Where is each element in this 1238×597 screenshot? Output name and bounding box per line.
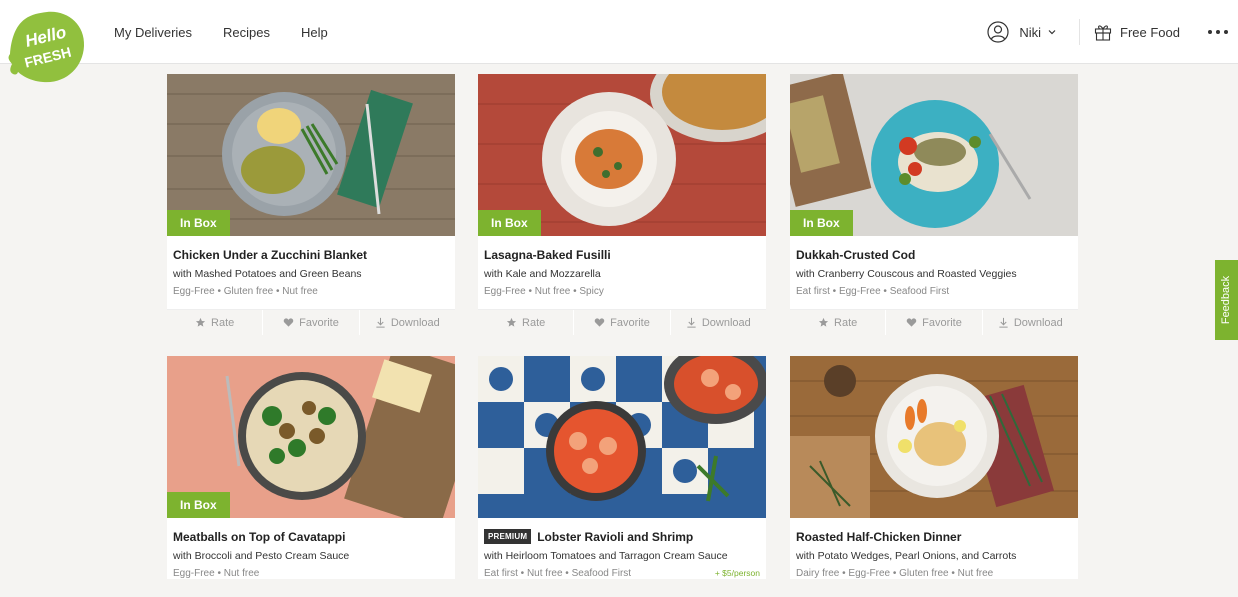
price-surcharge: + $5/person xyxy=(714,568,760,578)
favorite-label: Favorite xyxy=(922,316,962,329)
recipe-tags-text: Eat first • Nut free • Seafood First xyxy=(484,568,632,579)
recipe-title[interactable]: Meatballs on Top of Cavatappi xyxy=(173,528,449,545)
recipe-photo[interactable]: In Box xyxy=(478,74,766,236)
recipe-tags-text: Egg-Free • Nut free xyxy=(173,568,260,579)
header-divider xyxy=(1079,19,1081,45)
heart-icon xyxy=(906,318,917,327)
recipe-actions: Rate Favorite Download xyxy=(790,309,1078,335)
star-icon xyxy=(818,317,829,327)
recipe-photo[interactable] xyxy=(790,356,1078,518)
download-button[interactable]: Download xyxy=(983,310,1078,335)
star-icon xyxy=(506,317,517,327)
rate-label: Rate xyxy=(834,316,858,329)
download-button[interactable]: Download xyxy=(360,310,455,335)
free-food-link[interactable]: Free Food xyxy=(1093,22,1180,42)
recipe-tags-text: Egg-Free • Nut free • Spicy xyxy=(484,286,604,297)
recipe-tags-text: Dairy free • Egg-Free • Gluten free • Nu… xyxy=(796,568,994,579)
nav-help[interactable]: Help xyxy=(301,25,328,40)
feedback-label: Feedback xyxy=(1220,275,1233,325)
heart-icon xyxy=(283,318,294,327)
rate-label: Rate xyxy=(211,316,235,329)
user-name: Niki xyxy=(1019,24,1042,40)
recipe-subtitle: with Broccoli and Pesto Cream Sauce xyxy=(173,550,350,562)
recipe-photo[interactable] xyxy=(478,356,766,518)
recipe-photo[interactable]: In Box xyxy=(167,356,455,518)
recipe-subtitle: with Kale and Mozzarella xyxy=(484,268,601,280)
main-nav: My Deliveries Recipes Help xyxy=(114,0,359,64)
rate-button[interactable]: Rate xyxy=(478,310,575,335)
in-box-badge: In Box xyxy=(167,210,230,236)
recipe-tags-text: Eat first • Egg-Free • Seafood First xyxy=(796,286,950,297)
more-options-icon[interactable] xyxy=(1208,27,1230,37)
recipe-title[interactable]: Chicken Under a Zucchini Blanket xyxy=(173,246,449,263)
download-button[interactable]: Download xyxy=(671,310,766,335)
recipe-card[interactable]: Roasted Half-Chicken Dinner with Potato … xyxy=(790,356,1078,579)
recipe-tags: Egg-Free • Nut free • Spicy xyxy=(484,286,760,297)
recipe-title[interactable]: Roasted Half-Chicken Dinner xyxy=(796,528,1072,545)
recipe-photo[interactable]: In Box xyxy=(790,74,1078,236)
recipe-photo[interactable]: In Box xyxy=(167,74,455,236)
star-icon xyxy=(195,317,206,327)
user-icon xyxy=(987,21,1009,43)
in-box-badge: In Box xyxy=(167,492,230,518)
recipe-tags: Egg-Free • Nut free xyxy=(173,568,449,579)
recipe-tags: Eat first • Egg-Free • Seafood First xyxy=(796,286,1072,297)
in-box-badge: In Box xyxy=(790,210,853,236)
recipe-card[interactable]: In Box Dukkah-Crusted Cod with Cranberry… xyxy=(790,74,1078,335)
recipe-card[interactable]: In Box Chicken Under a Zucchini Blanket … xyxy=(167,74,455,335)
recipe-actions: Rate Favorite Download xyxy=(167,309,455,335)
chevron-down-icon xyxy=(1048,30,1056,35)
user-menu[interactable]: Niki xyxy=(987,21,1057,43)
recipe-title-text: Lobster Ravioli and Shrimp xyxy=(537,529,694,544)
premium-badge: PREMIUM xyxy=(484,529,532,544)
download-icon xyxy=(687,317,696,328)
recipe-subtitle: with Heirloom Tomatoes and Tarragon Crea… xyxy=(484,550,728,562)
gift-icon xyxy=(1094,25,1112,41)
free-food-label: Free Food xyxy=(1120,24,1180,40)
heart-icon xyxy=(594,318,605,327)
favorite-label: Favorite xyxy=(610,316,650,329)
download-icon xyxy=(999,317,1008,328)
feedback-tab[interactable]: Feedback xyxy=(1215,260,1238,340)
recipe-tags-text: Egg-Free • Gluten free • Nut free xyxy=(173,286,318,297)
rate-label: Rate xyxy=(522,316,546,329)
download-label: Download xyxy=(701,316,751,329)
nav-my-deliveries[interactable]: My Deliveries xyxy=(114,25,192,40)
recipe-subtitle: with Cranberry Couscous and Roasted Vegg… xyxy=(796,268,1017,280)
recipe-title[interactable]: PREMIUM Lobster Ravioli and Shrimp xyxy=(484,528,760,545)
favorite-button[interactable]: Favorite xyxy=(263,310,360,335)
recipe-title[interactable]: Dukkah-Crusted Cod xyxy=(796,246,1072,263)
nav-recipes[interactable]: Recipes xyxy=(223,25,270,40)
rate-button[interactable]: Rate xyxy=(790,310,887,335)
download-label: Download xyxy=(1013,316,1063,329)
top-header: My Deliveries Recipes Help Niki Free Foo… xyxy=(0,0,1238,64)
recipe-subtitle: with Mashed Potatoes and Green Beans xyxy=(173,268,362,280)
rate-button[interactable]: Rate xyxy=(167,310,264,335)
hellofresh-logo[interactable]: Hello FRESH xyxy=(7,10,87,86)
recipe-card[interactable]: In Box Lasagna-Baked Fusilli with Kale a… xyxy=(478,74,766,335)
header-right: Niki Free Food xyxy=(987,0,1238,64)
recipe-title[interactable]: Lasagna-Baked Fusilli xyxy=(484,246,760,263)
recipe-card[interactable]: PREMIUM Lobster Ravioli and Shrimp with H… xyxy=(478,356,766,579)
recipe-tags: Eat first • Nut free • Seafood First + $5… xyxy=(484,568,760,579)
recipe-card[interactable]: In Box Meatballs on Top of Cavatappi wit… xyxy=(167,356,455,579)
download-label: Download xyxy=(390,316,440,329)
download-icon xyxy=(376,317,385,328)
recipe-actions: Rate Favorite Download xyxy=(478,309,766,335)
favorite-button[interactable]: Favorite xyxy=(886,310,983,335)
recipe-subtitle: with Potato Wedges, Pearl Onions, and Ca… xyxy=(796,550,1017,562)
favorite-button[interactable]: Favorite xyxy=(574,310,671,335)
favorite-label: Favorite xyxy=(299,316,339,329)
recipe-tags: Dairy free • Egg-Free • Gluten free • Nu… xyxy=(796,568,1072,579)
recipe-tags: Egg-Free • Gluten free • Nut free xyxy=(173,286,449,297)
in-box-badge: In Box xyxy=(478,210,541,236)
